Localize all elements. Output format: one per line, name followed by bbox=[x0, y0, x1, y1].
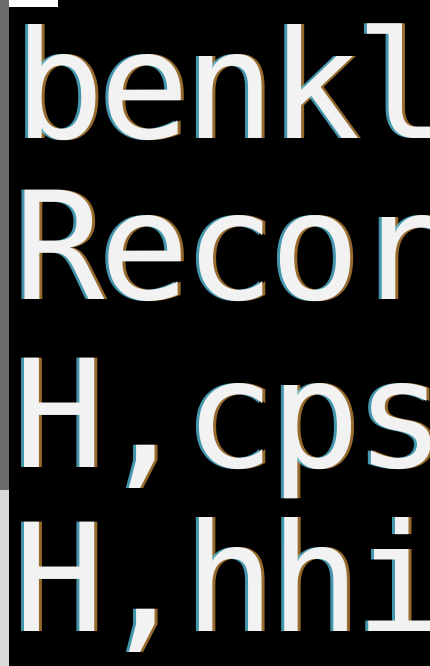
terminal-line: H,hhid bbox=[14, 493, 430, 666]
terminal-window[interactable]: benkla Record H,cpsi H,hhid bbox=[0, 0, 430, 666]
scrollbar[interactable] bbox=[0, 0, 9, 666]
scrollbar-track-lower[interactable] bbox=[0, 490, 9, 666]
terminal-line: benkla bbox=[14, 0, 430, 174]
scrollbar-thumb[interactable] bbox=[0, 0, 9, 490]
terminal-line: Record bbox=[14, 161, 430, 335]
terminal-line: H,cpsi bbox=[14, 329, 430, 503]
